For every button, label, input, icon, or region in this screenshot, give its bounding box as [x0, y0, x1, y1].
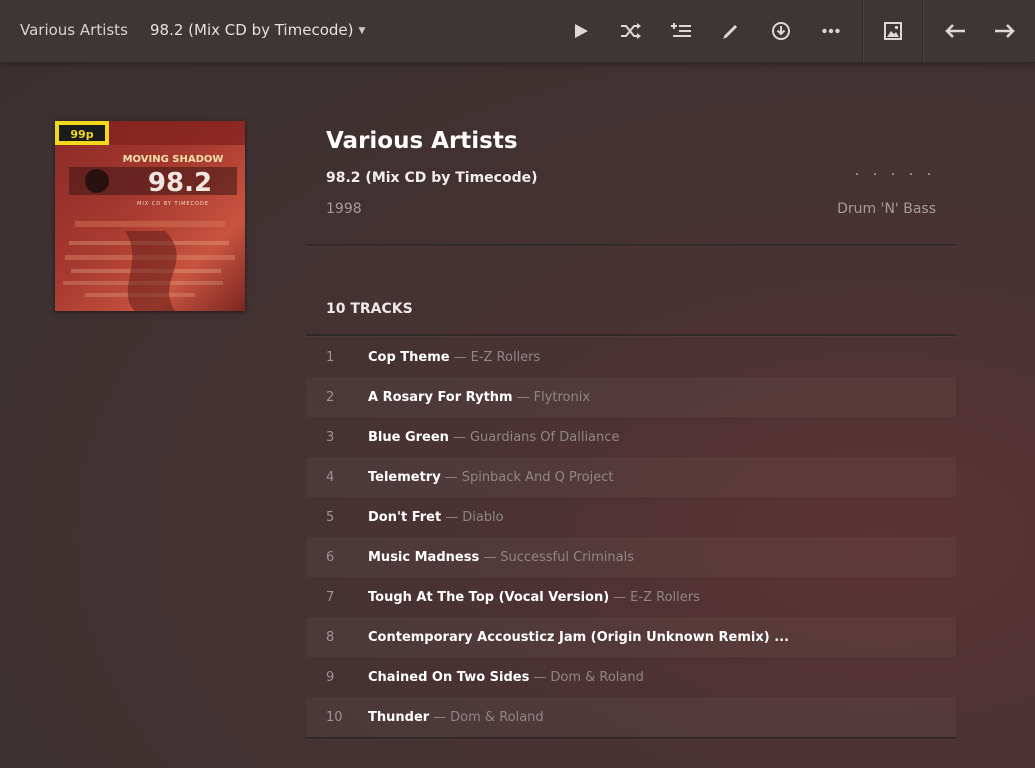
rating-star-3[interactable]: · [884, 168, 902, 184]
track-artist[interactable]: Dom & Roland [550, 670, 644, 685]
cover-badge-text: 99p [70, 128, 93, 141]
tracks-count: 10 TRACKS [326, 301, 413, 317]
track-number: 10 [326, 709, 343, 725]
track-row[interactable]: 8 Contemporary Accousticz Jam (Origin Un… [306, 617, 956, 657]
track-artist[interactable]: Flytronix [534, 390, 590, 405]
track-title: Telemetry [368, 469, 441, 485]
add-to-queue-button[interactable] [666, 16, 696, 46]
track-title: Cop Theme [368, 349, 450, 365]
track-separator: — [533, 669, 547, 685]
track-artist[interactable]: Spinback And Q Project [462, 470, 614, 485]
track-row[interactable]: 3 Blue Green — Guardians Of Dalliance [306, 417, 956, 457]
track-number: 5 [326, 509, 335, 525]
track-number: 8 [326, 629, 335, 645]
album-year: 1998 [326, 201, 362, 217]
track-separator: — [516, 389, 530, 405]
rating-star-2[interactable]: · [866, 168, 884, 184]
rating-stars[interactable]: · · · · · [848, 168, 938, 184]
header-divider [306, 244, 956, 246]
add-to-queue-icon [671, 23, 691, 37]
artwork-button[interactable] [878, 16, 908, 46]
back-button[interactable] [940, 16, 970, 46]
track-title: Don't Fret [368, 509, 442, 525]
track-title: Music Madness [368, 549, 480, 565]
track-artist[interactable]: E-Z Rollers [471, 350, 541, 365]
track-number: 4 [326, 469, 335, 485]
cover-label-text: MOVING SHADOW [123, 154, 224, 165]
track-title: Contemporary Accousticz Jam (Origin Unkn… [368, 629, 790, 645]
cover-number-text: 98.2 [148, 168, 212, 198]
edit-icon [723, 24, 738, 39]
tracks-bottom-divider [306, 737, 956, 739]
image-icon [884, 22, 902, 40]
track-separator: — [453, 349, 467, 365]
download-button[interactable] [766, 16, 796, 46]
rating-star-4[interactable]: · [902, 168, 920, 184]
track-row[interactable]: 6 Music Madness — Successful Criminals [306, 537, 956, 577]
track-title: Blue Green [368, 429, 449, 445]
album-artist[interactable]: Various Artists [326, 128, 518, 154]
download-icon [772, 22, 790, 40]
track-title: Thunder [368, 709, 430, 725]
track-separator: — [444, 469, 458, 485]
tracks-divider [306, 334, 956, 336]
rating-star-1[interactable]: · [848, 168, 866, 184]
track-row[interactable]: 4 Telemetry — Spinback And Q Project [306, 457, 956, 497]
cover-sub-text: MIX CD BY TIMECODE [137, 201, 209, 207]
track-title: Chained On Two Sides [368, 669, 530, 685]
track-artist[interactable]: Diablo [462, 510, 503, 525]
shuffle-button[interactable] [616, 16, 646, 46]
track-row[interactable]: 1 Cop Theme — E-Z Rollers [306, 337, 956, 377]
breadcrumb-artist[interactable]: Various Artists [20, 21, 128, 39]
track-row[interactable]: 5 Don't Fret — Diablo [306, 497, 956, 537]
track-row[interactable]: 2 A Rosary For Rythm — Flytronix [306, 377, 956, 417]
more-button[interactable] [816, 16, 846, 46]
shuffle-icon [621, 23, 641, 39]
album-cover[interactable]: 99p MOVING SHADOW 98.2 MIX CD BY TIMECOD… [55, 121, 245, 311]
track-artist[interactable]: Dom & Roland [450, 710, 544, 725]
track-artist[interactable]: Successful Criminals [500, 550, 634, 565]
toolbar-divider-2-highlight [923, 0, 924, 62]
track-number: 3 [326, 429, 335, 445]
edit-button[interactable] [716, 16, 746, 46]
track-row[interactable]: 9 Chained On Two Sides — Dom & Roland [306, 657, 956, 697]
back-arrow-icon [945, 24, 965, 38]
top-bar: Various Artists 98.2 (Mix CD by Timecode… [0, 0, 1035, 63]
track-number: 9 [326, 669, 335, 685]
track-list: 1 Cop Theme — E-Z Rollers 2 A Rosary For… [306, 337, 956, 737]
track-separator: — [452, 429, 466, 445]
album-genre[interactable]: Drum 'N' Bass [837, 201, 936, 217]
track-artist[interactable]: Guardians Of Dalliance [470, 430, 619, 445]
track-row[interactable]: 10 Thunder — Dom & Roland [306, 697, 956, 737]
track-title: Tough At The Top (Vocal Version) [368, 589, 610, 605]
play-icon [575, 24, 588, 38]
play-button[interactable] [566, 16, 596, 46]
album-dropdown-label: 98.2 (Mix CD by Timecode) [150, 21, 354, 39]
track-separator: — [445, 509, 459, 525]
rating-star-5[interactable]: · [920, 168, 938, 184]
more-icon [822, 28, 840, 34]
track-number: 1 [326, 349, 335, 365]
track-separator: — [483, 549, 497, 565]
track-number: 7 [326, 589, 335, 605]
caret-down-icon: ▼ [358, 26, 366, 36]
forward-button[interactable] [990, 16, 1020, 46]
track-separator: — [613, 589, 627, 605]
toolbar-divider-highlight [863, 0, 864, 62]
track-number: 2 [326, 389, 335, 405]
track-artist[interactable]: E-Z Rollers [630, 590, 700, 605]
album-dropdown[interactable]: 98.2 (Mix CD by Timecode) ▼ [150, 21, 365, 39]
track-title: A Rosary For Rythm [368, 389, 513, 405]
track-row[interactable]: 7 Tough At The Top (Vocal Version) — E-Z… [306, 577, 956, 617]
forward-arrow-icon [995, 24, 1015, 38]
album-title: 98.2 (Mix CD by Timecode) [326, 170, 538, 186]
track-separator: — [433, 709, 447, 725]
track-number: 6 [326, 549, 335, 565]
